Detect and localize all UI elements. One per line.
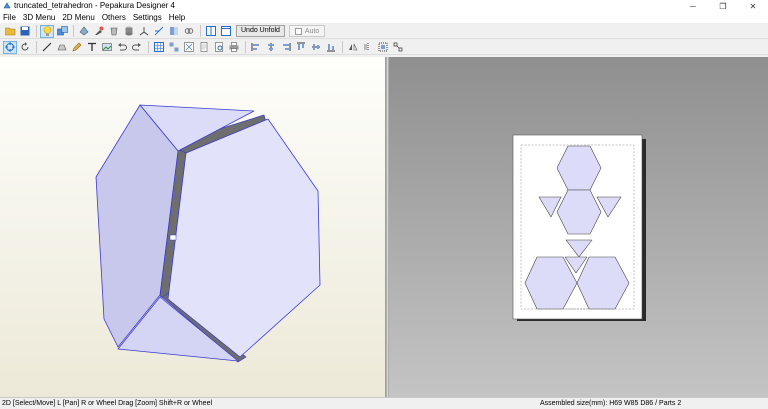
link-icon[interactable] bbox=[182, 25, 196, 38]
truncated-tetrahedron-model[interactable] bbox=[95, 104, 321, 363]
zoom-fit-icon[interactable] bbox=[182, 41, 196, 54]
align-center-icon[interactable] bbox=[264, 41, 278, 54]
align-top-icon[interactable] bbox=[294, 41, 308, 54]
open-folder-icon[interactable] bbox=[3, 25, 17, 38]
toolbar-separator bbox=[36, 25, 37, 37]
edge-edit-icon[interactable] bbox=[40, 41, 54, 54]
status-bar: 2D [Select/Move] L [Pan] R or Wheel Drag… bbox=[0, 397, 768, 409]
mirror-icon[interactable] bbox=[346, 41, 360, 54]
minimize-button[interactable]: ─ bbox=[678, 0, 708, 12]
menu-bar: File 3D Menu 2D Menu Others Settings Hel… bbox=[0, 12, 768, 23]
split-view-icon[interactable] bbox=[204, 25, 218, 38]
join-icon[interactable] bbox=[167, 25, 181, 38]
menu-help[interactable]: Help bbox=[169, 12, 189, 23]
snap-icon[interactable] bbox=[391, 41, 405, 54]
print-icon[interactable] bbox=[227, 41, 241, 54]
redo-icon[interactable] bbox=[130, 41, 144, 54]
2d-pattern-canvas[interactable] bbox=[389, 57, 768, 397]
select-move-icon[interactable] bbox=[3, 40, 17, 54]
flap-icon[interactable] bbox=[55, 41, 69, 54]
single-view-icon[interactable] bbox=[219, 25, 233, 38]
maximize-button[interactable]: ❐ bbox=[708, 0, 738, 12]
pepakura-app-icon bbox=[3, 2, 11, 10]
status-hint-text: 2D [Select/Move] L [Pan] R or Wheel Drag… bbox=[2, 400, 213, 407]
toolbar-separator bbox=[200, 25, 201, 37]
title-bar: truncated_tetrahedron - Pepakura Designe… bbox=[0, 0, 768, 12]
toolbar-separator bbox=[73, 25, 74, 37]
paint-icon[interactable] bbox=[92, 25, 106, 38]
group-icon[interactable] bbox=[376, 41, 390, 54]
edit-toolbar bbox=[0, 40, 768, 55]
align-bottom-icon[interactable] bbox=[324, 41, 338, 54]
toolbar-separator bbox=[36, 41, 37, 53]
rotate-model-icon[interactable] bbox=[77, 25, 91, 38]
align-right-icon[interactable] bbox=[279, 41, 293, 54]
rotate-part-icon[interactable] bbox=[18, 41, 32, 54]
undo-unfold-button[interactable]: Undo Unfold bbox=[236, 25, 285, 37]
toolbar-separator bbox=[245, 41, 246, 53]
menu-settings[interactable]: Settings bbox=[133, 12, 166, 23]
flip-icon[interactable] bbox=[361, 41, 375, 54]
menu-others[interactable]: Others bbox=[102, 12, 130, 23]
toolbar-separator bbox=[342, 41, 343, 53]
close-button[interactable]: ✕ bbox=[738, 0, 768, 12]
cylinder-icon[interactable] bbox=[122, 25, 136, 38]
3d-view-pane[interactable] bbox=[0, 57, 386, 397]
image-tool-icon[interactable] bbox=[100, 41, 114, 54]
window-controls: ─ ❐ ✕ bbox=[678, 0, 768, 12]
menu-file[interactable]: File bbox=[3, 12, 20, 23]
arrange-icon[interactable] bbox=[167, 41, 181, 54]
auto-checkbox[interactable] bbox=[294, 27, 302, 35]
toolbar-separator bbox=[148, 41, 149, 53]
3d-model-canvas[interactable] bbox=[0, 57, 386, 397]
undo-icon[interactable] bbox=[115, 41, 129, 54]
lightbulb-icon[interactable] bbox=[40, 24, 54, 38]
cup-icon[interactable] bbox=[107, 25, 121, 38]
axis-icon[interactable] bbox=[137, 25, 151, 38]
print-preview-icon[interactable] bbox=[212, 41, 226, 54]
grid-icon[interactable] bbox=[152, 41, 166, 54]
pencil-icon[interactable] bbox=[70, 41, 84, 54]
auto-toggle[interactable]: Auto bbox=[288, 25, 326, 37]
status-size-text: Assembled size(mm): H69 W85 D86 / Parts … bbox=[540, 400, 682, 407]
model-notch bbox=[169, 234, 177, 241]
auto-label: Auto bbox=[304, 27, 320, 35]
text-tool-icon[interactable] bbox=[85, 41, 99, 54]
menu-3d[interactable]: 3D Menu bbox=[23, 12, 59, 23]
unfold-3d-icon[interactable] bbox=[55, 25, 69, 38]
align-middle-icon[interactable] bbox=[309, 41, 323, 54]
main-toolbar: Undo Unfold Auto bbox=[0, 24, 768, 39]
page-setup-icon[interactable] bbox=[197, 41, 211, 54]
edit-edges-icon[interactable] bbox=[152, 25, 166, 38]
align-left-icon[interactable] bbox=[249, 41, 263, 54]
2d-view-pane[interactable] bbox=[389, 57, 768, 397]
window-title: truncated_tetrahedron - Pepakura Designe… bbox=[14, 1, 175, 10]
menu-2d[interactable]: 2D Menu bbox=[62, 12, 98, 23]
save-icon[interactable] bbox=[18, 25, 32, 38]
